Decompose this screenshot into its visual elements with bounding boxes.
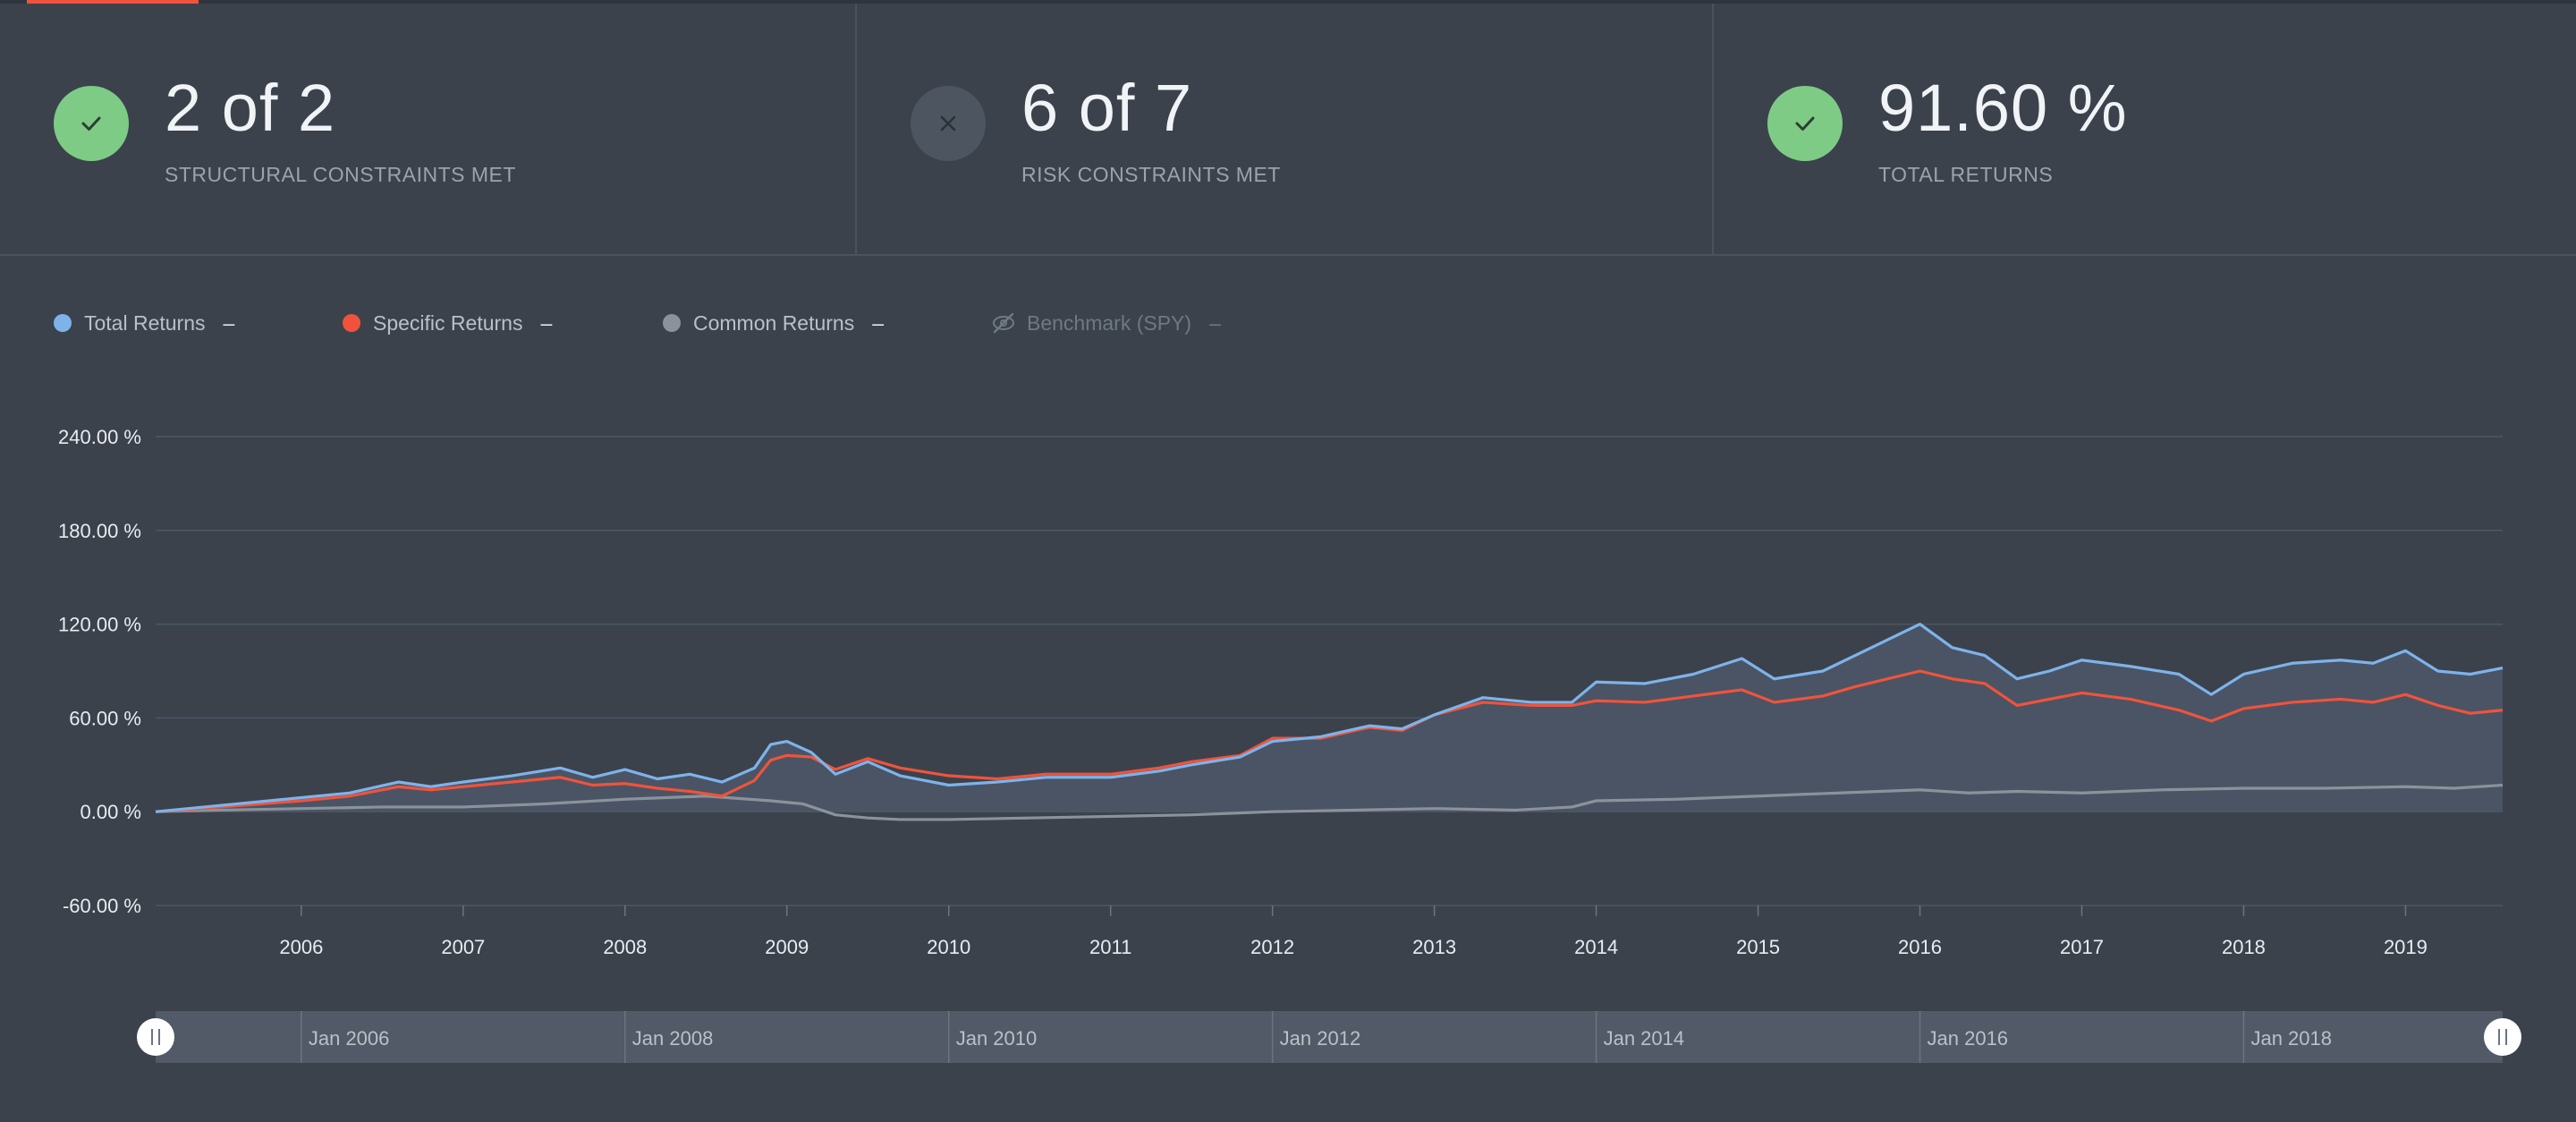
y-tick-label: 60.00 % [69,707,141,729]
y-tick-label: 240.00 % [58,426,141,448]
legend-label: Specific Returns [373,310,523,335]
navigator-label: Jan 2018 [2250,1027,2332,1050]
x-tick-label: 2010 [927,936,970,958]
x-tick-label: 2009 [765,936,809,958]
legend-label: Common Returns [693,310,855,335]
legend-item-benchmark[interactable]: Benchmark (SPY) – [991,310,1221,336]
navigator-label: Jan 2014 [1604,1027,1685,1050]
x-tick-label: 2015 [1736,936,1780,958]
x-tick-label: 2011 [1089,936,1131,958]
x-tick-label: 2019 [2384,936,2428,958]
navigator-right-handle[interactable] [2484,1018,2521,1056]
x-axis: 2006 2007 2008 2009 2010 2011 2012 2013 2014 2015… [279,905,2428,958]
check-icon [81,116,101,131]
x-tick-label: 2016 [1898,936,1942,958]
navigator-label: Jan 2010 [956,1027,1038,1050]
total-returns-status-badge [1767,86,1843,161]
structural-constraints-card: 2 of 2 STRUCTURAL CONSTRAINTS MET [0,4,857,254]
close-icon [940,115,956,132]
y-tick-label: 0.00 % [80,801,142,823]
total-returns-card: 91.60 % TOTAL RETURNS [1714,4,2576,254]
navigator-label: Jan 2006 [309,1027,390,1050]
x-tick-label: 2018 [2222,936,2266,958]
dot-icon [343,314,360,332]
structural-constraints-value: 2 of 2 [165,71,336,145]
legend-value: – [540,310,553,335]
legend-value: – [1209,310,1221,335]
risk-constraints-label: RISK CONSTRAINTS MET [1021,163,1281,186]
x-tick-label: 2017 [2060,936,2104,958]
constraints-summary: 2 of 2 STRUCTURAL CONSTRAINTS MET 6 of 7… [0,4,2576,256]
total-returns-value: 91.60 % [1878,71,2128,145]
returns-chart: 240.00 % 180.00 % 120.00 % 60.00 % 0.00 % -60… [58,426,2521,1063]
navigator-label: Jan 2012 [1280,1027,1361,1050]
time-range-navigator[interactable]: Jan 2006 Jan 2008 Jan 2010 Jan 2012 Jan 2014… [137,1011,2521,1063]
legend-item-total-returns[interactable]: Total Returns – [54,310,234,336]
navigator-left-handle[interactable] [137,1018,174,1056]
total-returns-label: TOTAL RETURNS [1878,163,2054,186]
legend-label: Benchmark (SPY) [1027,310,1192,335]
risk-constraints-value: 6 of 7 [1021,71,1193,145]
risk-status-badge [911,86,986,161]
risk-constraints-card: 6 of 7 RISK CONSTRAINTS MET [857,4,1714,254]
legend-item-specific-returns[interactable]: Specific Returns – [343,310,552,336]
x-tick-label: 2012 [1250,936,1294,958]
check-icon [1795,116,1815,131]
navigator-label: Jan 2008 [632,1027,714,1050]
y-tick-label: 180.00 % [58,520,141,542]
legend-value: – [872,310,885,335]
dot-icon [54,314,72,332]
y-axis: 240.00 % 180.00 % 120.00 % 60.00 % 0.00 % -60… [58,426,141,917]
y-tick-label: -60.00 % [63,895,141,917]
y-tick-label: 120.00 % [58,614,141,636]
eye-off-icon [993,312,1014,334]
x-tick-label: 2014 [1574,936,1618,958]
legend-value: – [223,310,235,335]
navigator-label: Jan 2016 [1928,1027,2009,1050]
x-tick-label: 2008 [603,936,647,958]
dot-icon [663,314,681,332]
x-tick-label: 2006 [279,936,323,958]
structural-constraints-label: STRUCTURAL CONSTRAINTS MET [165,163,516,186]
x-tick-label: 2013 [1412,936,1456,958]
x-tick-label: 2007 [441,936,485,958]
structural-status-badge [54,86,129,161]
legend-label: Total Returns [84,310,206,335]
legend-item-common-returns[interactable]: Common Returns – [663,310,884,336]
